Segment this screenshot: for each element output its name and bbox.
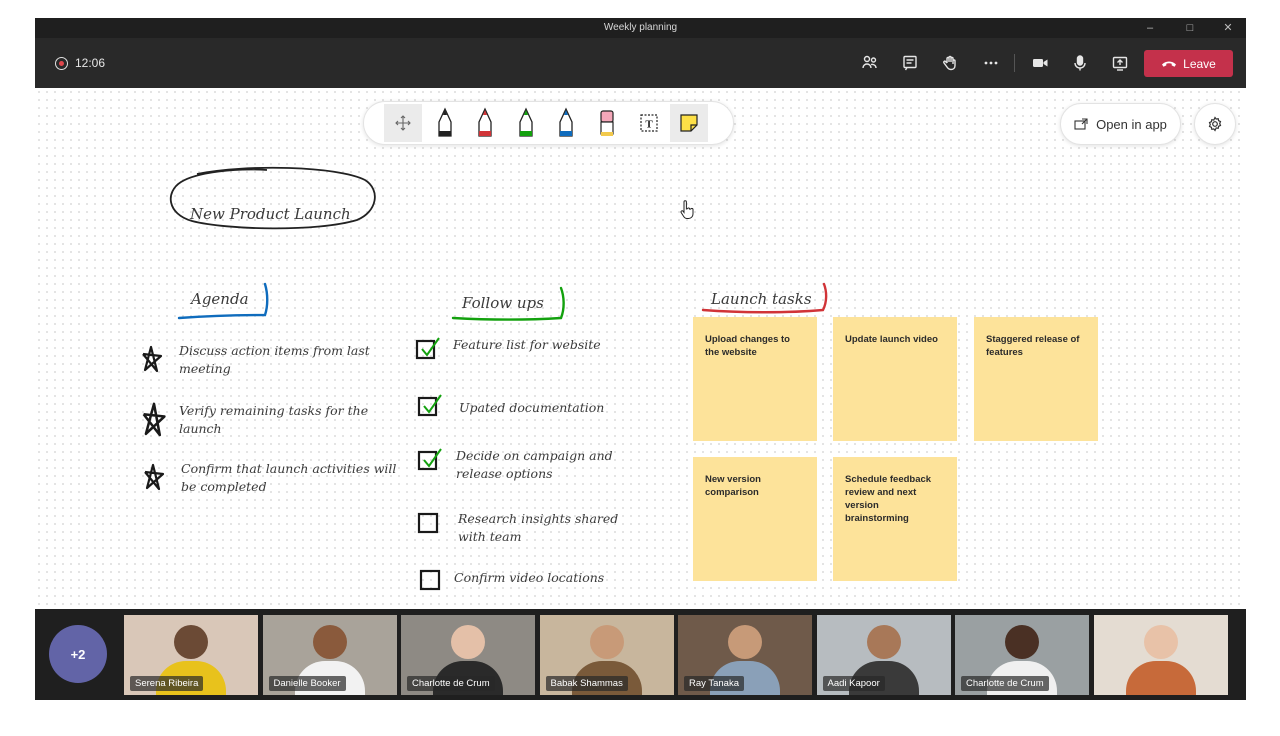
- window-title: Weekly planning: [603, 22, 678, 33]
- black-pen-tool[interactable]: [426, 104, 464, 142]
- participant-tile[interactable]: Serena Ribeira: [124, 615, 260, 695]
- move-icon: [395, 115, 411, 131]
- red-pen-tool[interactable]: [466, 104, 504, 142]
- participant-tile[interactable]: Danielle Booker: [262, 615, 399, 695]
- star-icon: [144, 463, 165, 491]
- follow-up-item: Research insights shared with team: [458, 511, 619, 544]
- hand-cursor-icon: [680, 200, 694, 219]
- sticky-note[interactable]: Schedule feedback review and next versio…: [833, 457, 957, 581]
- open-in-app-label: Open in app: [1096, 116, 1167, 132]
- red-pen-icon: [478, 107, 492, 137]
- participant-name: Charlotte de Crum: [961, 676, 1049, 691]
- people-icon[interactable]: [858, 51, 882, 75]
- recording-icon: [55, 57, 68, 70]
- maximize-icon[interactable]: □: [1172, 18, 1208, 38]
- participant-face: [728, 625, 762, 659]
- checked-box-icon: [417, 448, 442, 471]
- participant-face: [451, 625, 485, 659]
- sticky-note[interactable]: Staggered release of features: [974, 317, 1098, 441]
- title-bar: Weekly planning – □ ✕: [35, 18, 1246, 38]
- follow-up-item: Feature list for website: [453, 337, 601, 352]
- more-icon[interactable]: [979, 51, 1003, 75]
- star-icon: [142, 402, 166, 437]
- more-participants-button[interactable]: +2: [49, 625, 107, 683]
- blue-pen-icon: [559, 107, 573, 137]
- follow-up-item: Upated documentation: [459, 400, 605, 415]
- text-tool[interactable]: T: [630, 104, 668, 142]
- blue-pen-tool[interactable]: [547, 104, 585, 142]
- participant-video: [1125, 661, 1196, 695]
- meeting-controls-bar: 12:06 Leave: [35, 38, 1246, 88]
- sticky-note-tool[interactable]: [670, 104, 708, 142]
- participant-name: Aadi Kapoor: [822, 676, 885, 691]
- eraser-icon: [600, 110, 614, 136]
- participant-face: [866, 625, 901, 659]
- participant-tile[interactable]: [1093, 615, 1230, 695]
- participant-face: [312, 625, 347, 659]
- agenda-item: Verify remaining tasks for the launch: [179, 403, 369, 436]
- board-title: New Product Launch: [190, 205, 351, 223]
- sticky-note[interactable]: Upload changes to the website: [693, 317, 817, 441]
- title-ink-circle: [169, 166, 376, 230]
- sticky-note[interactable]: Update launch video: [833, 317, 957, 441]
- green-pen-icon: [519, 107, 533, 137]
- text-icon: T: [640, 114, 658, 132]
- whiteboard-canvas[interactable]: T Open in app New Product Launch Agenda …: [35, 88, 1246, 609]
- participant-name: Ray Tanaka: [684, 676, 744, 691]
- launch-tasks-underline: [701, 282, 828, 314]
- meeting-timer: 12:06: [75, 56, 106, 70]
- participant-tile[interactable]: Aadi Kapoor: [816, 615, 953, 695]
- leave-button[interactable]: Leave: [1144, 50, 1233, 77]
- highlighter-tool[interactable]: [588, 104, 626, 142]
- move-tool[interactable]: [384, 104, 422, 142]
- participant-tile[interactable]: Babak Shammas: [539, 615, 676, 695]
- gear-icon: [1208, 116, 1222, 132]
- open-external-icon: [1074, 118, 1088, 130]
- raise-hand-icon[interactable]: [938, 51, 962, 75]
- participant-name: Danielle Booker: [268, 676, 346, 691]
- green-pen-tool[interactable]: [507, 104, 545, 142]
- follow-ups-underline: [451, 286, 565, 321]
- participant-name: Charlotte de Crum: [407, 676, 495, 691]
- open-in-app-button[interactable]: Open in app: [1060, 103, 1181, 145]
- agenda-item: Discuss action items from last meeting: [179, 343, 370, 376]
- follow-up-item: Decide on campaign and release options: [456, 448, 613, 481]
- participant-name: Serena Ribeira: [130, 676, 204, 691]
- participant-tile[interactable]: Charlotte de Crum: [955, 615, 1091, 695]
- participant-name: Babak Shammas: [545, 676, 628, 691]
- unchecked-box-icon: [419, 569, 441, 591]
- checked-box-icon: [415, 337, 440, 360]
- sticky-note-icon: [680, 114, 698, 132]
- settings-button[interactable]: [1194, 103, 1236, 145]
- mic-icon[interactable]: [1068, 51, 1092, 75]
- teams-meeting-window: Weekly planning – □ ✕ 12:06 Leave T Open…: [35, 18, 1246, 700]
- participant-face: [1143, 625, 1178, 659]
- follow-up-item: Confirm video locations: [454, 570, 605, 585]
- participant-face: [589, 625, 624, 659]
- participant-face: [1005, 625, 1039, 659]
- participant-gallery: +2 Serena Ribeira Danielle Booker Charlott…: [35, 609, 1246, 700]
- hang-up-icon: [1162, 61, 1177, 67]
- whiteboard-toolbar: T: [363, 101, 734, 145]
- chat-icon[interactable]: [898, 51, 922, 75]
- star-icon: [142, 345, 163, 373]
- black-pen-icon: [438, 107, 452, 137]
- agenda-item: Confirm that launch activities will be c…: [181, 461, 397, 494]
- camera-icon[interactable]: [1028, 51, 1052, 75]
- unchecked-box-icon: [417, 512, 439, 534]
- participant-tile[interactable]: Ray Tanaka: [678, 615, 814, 695]
- leave-label: Leave: [1183, 56, 1216, 71]
- minimize-icon[interactable]: –: [1132, 18, 1168, 38]
- participant-tile[interactable]: Charlotte de Crum: [401, 615, 537, 695]
- svg-text:T: T: [645, 119, 653, 131]
- agenda-underline: [177, 282, 269, 320]
- participant-face: [174, 625, 208, 659]
- sticky-note[interactable]: New version comparison: [693, 457, 817, 581]
- toolbar-divider: [1014, 54, 1015, 72]
- checked-box-icon: [417, 394, 442, 417]
- share-icon[interactable]: [1108, 51, 1132, 75]
- close-icon[interactable]: ✕: [1210, 18, 1246, 38]
